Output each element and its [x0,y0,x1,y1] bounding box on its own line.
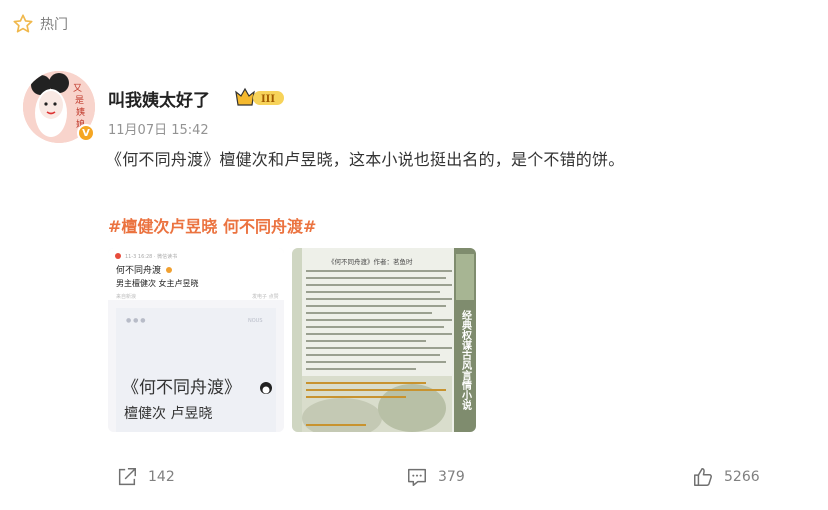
vip-crown-badge-icon[interactable]: III [234,86,286,108]
image1-small-left: 来自新浪 [116,293,136,300]
svg-text:姨: 姨 [76,106,85,118]
share-icon [118,468,136,486]
comment-count: 379 [438,469,465,485]
image1-poster-sub: 檀健次 卢昱晓 [124,405,212,422]
hashtag-link[interactable]: #檀健次卢昱晓 何不同舟渡# [108,213,316,237]
share-button[interactable]: 142 [116,464,175,490]
hot-label: 热门 [40,17,68,33]
post-time[interactable]: 11月07日 15:42 [108,119,209,138]
svg-text:● ● ●: ● ● ● [126,317,146,324]
image1-subtitle: 男主檀健次 女主卢昱晓 [116,278,199,288]
vip-level-label: III [261,94,275,105]
image2-title: 《何不同舟渡》作者：茗鱼时 [328,257,413,266]
image1-title: 何不同舟渡 [116,264,161,276]
comment-button[interactable]: 379 [406,464,465,490]
like-button[interactable]: 5266 [692,464,760,490]
image1-meta: 11-3 16:28 · 微信读书 [125,253,177,260]
post-image-2[interactable]: 《何不同舟渡》作者：茗鱼时 经典权谋古风言情小说 [292,248,476,432]
like-count: 5266 [724,469,760,485]
username[interactable]: 叫我姨太好了 [108,86,210,111]
image1-poster-corner: NOUS [248,318,263,324]
svg-text:又: 又 [73,83,82,94]
star-icon [13,14,33,33]
share-count: 142 [148,469,175,485]
image1-small-right: 发电子 点赞 [252,293,279,300]
post-text: 《何不同舟渡》檀健次和卢昱晓，这本小说也挺出名的，是个不错的饼。 [106,150,625,169]
hot-header[interactable]: 热门 [12,12,68,36]
thumbs-up-icon [694,468,712,486]
post-image-1[interactable]: 11-3 16:28 · 微信读书 何不同舟渡 男主檀健次 女主卢昱晓 来自新浪… [108,248,284,432]
comment-icon [408,468,426,486]
svg-text:是: 是 [75,95,84,106]
verified-badge-icon: V [77,124,95,142]
image1-poster-title: 《何不同舟渡》 [122,378,241,398]
